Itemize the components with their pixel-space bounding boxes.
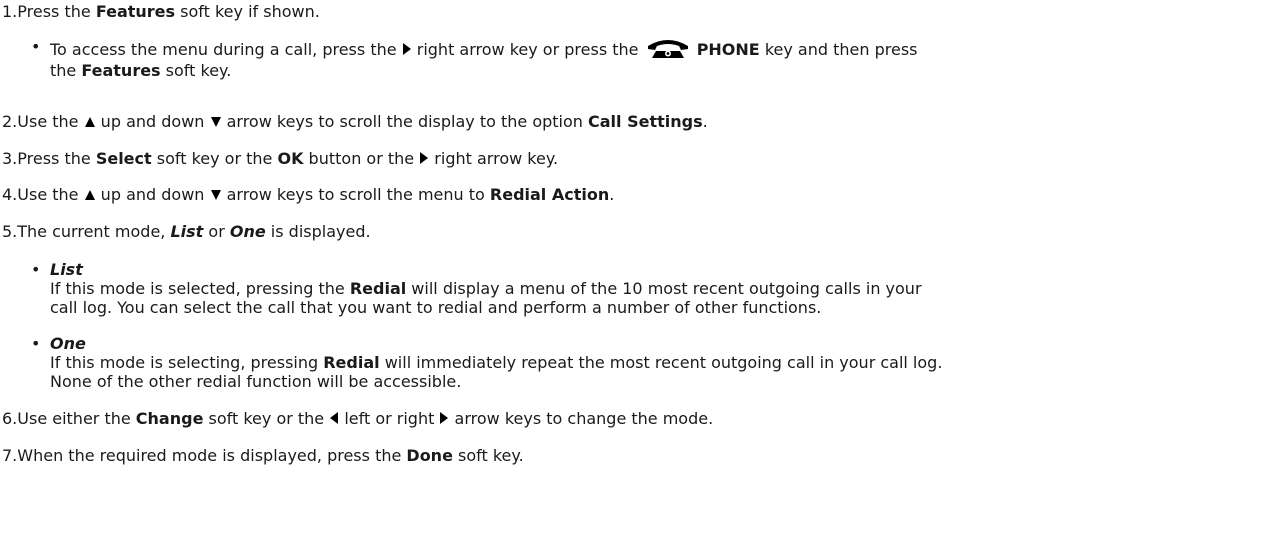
instructions-document: 1.Press the Features soft key if shown. … [0,0,1286,554]
step-text: is displayed. [265,222,371,241]
step-text: Use the [17,112,84,131]
select-softkey-label: Select [95,149,152,168]
step-number: 4. [2,185,18,204]
subitem-text: the [50,61,82,80]
step-1: 1.Press the Features soft key if shown. [2,2,320,21]
phone-key-icon [647,40,688,58]
call-settings-label: Call Settings [588,112,703,131]
step-text: arrow keys to change the mode. [449,409,714,428]
step-number: 7. [2,446,18,465]
bullet-dot: • [31,37,41,56]
features-softkey-label: Features [95,2,176,21]
subitem-text: To access the menu during a call, press … [50,40,402,59]
step-number: 2. [2,112,18,131]
step-3: 3.Press the Select soft key or the OK bu… [2,149,558,168]
step-text: soft key if shown. [175,2,320,21]
step-text: or [203,222,230,241]
bullet-dot: • [31,334,41,353]
redial-action-label: Redial Action [489,185,610,204]
step-text: Use the [17,185,84,204]
step-text: right arrow key. [429,149,559,168]
step-text: . [609,185,615,204]
bullet-dot: • [31,260,41,279]
mode-description: If this mode is selecting, pressing [50,353,324,372]
mode-list-description-line-1: If this mode is selected, pressing the R… [50,279,922,298]
step-text: When the required mode is displayed, pre… [17,446,407,465]
step-text: arrow keys to scroll the display to the … [221,112,589,131]
done-softkey-label: Done [406,446,453,465]
mode-description: will immediately repeat the most recent … [379,353,943,372]
step-2: 2.Use the up and down arrow keys to scro… [2,112,708,131]
step-text: The current mode, [17,222,171,241]
up-arrow-key-icon [84,116,96,128]
step-text: up and down [95,185,210,204]
step-7: 7.When the required mode is displayed, p… [2,446,524,465]
subitem-text: right arrow key or press the [411,40,644,59]
step-text: arrow keys to scroll the menu to [221,185,490,204]
step-text: Press the [17,149,96,168]
step-text: Press the [17,2,96,21]
mode-list-description-line-2: call log. You can select the call that y… [50,298,821,317]
mode-one-description-line-2: None of the other redial function will b… [50,372,461,391]
step-text: soft key. [452,446,524,465]
step-text: button or the [303,149,420,168]
right-arrow-key-icon [439,411,449,425]
down-arrow-key-icon [210,116,222,128]
step-text: soft key or the [151,149,278,168]
step-number: 3. [2,149,18,168]
mode-title: List [50,260,83,279]
phone-key-label: PHONE [696,40,760,59]
step-5: 5.The current mode, List or One is displ… [2,222,371,241]
step-number: 1. [2,2,18,21]
up-arrow-key-icon [84,189,96,201]
step-number: 6. [2,409,18,428]
mode-description: call log. You can select the call that y… [50,298,822,317]
features-softkey-label: Features [81,61,161,80]
mode-description: None of the other redial function will b… [50,372,462,391]
change-softkey-label: Change [135,409,204,428]
right-arrow-key-icon [402,42,412,56]
mode-title: One [50,334,86,353]
mode-one-description-line-1: If this mode is selecting, pressing Redi… [50,353,942,372]
left-arrow-key-icon [329,411,339,425]
redial-label: Redial [323,353,380,372]
step-text: soft key or the [203,409,330,428]
ok-button-label: OK [277,149,304,168]
step-4: 4.Use the up and down arrow keys to scro… [2,185,614,204]
step-text: Use either the [17,409,136,428]
mode-description: will display a menu of the 10 most recen… [406,279,922,298]
subitem-text: key and then press [759,40,918,59]
list-mode-label: List [170,222,204,241]
down-arrow-key-icon [210,189,222,201]
step-1-subitem-continuation: the Features soft key. [50,61,231,80]
step-text: up and down [95,112,210,131]
right-arrow-key-icon [419,151,429,165]
redial-label: Redial [349,279,407,298]
step-6: 6.Use either the Change soft key or the … [2,409,713,428]
mode-description: If this mode is selected, pressing the [50,279,350,298]
one-mode-label: One [229,222,266,241]
step-text: left or right [339,409,440,428]
subitem-text: soft key. [160,61,232,80]
step-text: . [702,112,708,131]
step-number: 5. [2,222,18,241]
